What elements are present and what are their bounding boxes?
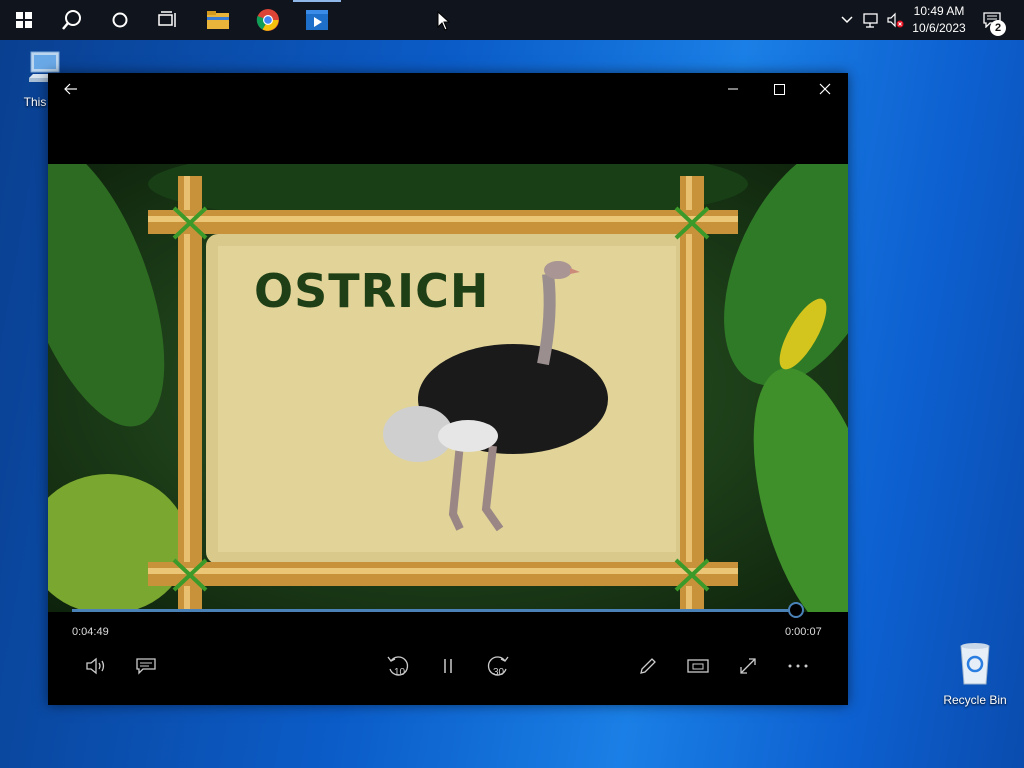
recycle-bin-label: Recycle Bin (943, 693, 1007, 707)
pause-icon (444, 659, 452, 673)
maximize-button[interactable] (756, 73, 802, 105)
movies-tv-window: OSTRICH 0:04:49 0:00:07 10 30 (48, 73, 848, 705)
folder-icon (207, 11, 229, 29)
volume-muted-icon (887, 12, 904, 28)
full-screen-button[interactable] (728, 648, 768, 684)
volume-button[interactable] (884, 0, 906, 40)
file-explorer-button[interactable] (194, 0, 242, 40)
subtitles-button[interactable] (126, 648, 166, 684)
close-icon (819, 83, 831, 95)
windows-logo-icon (16, 12, 32, 28)
mouse-cursor-icon (437, 11, 451, 31)
volume-control-button[interactable] (76, 648, 116, 684)
video-frame[interactable]: OSTRICH (48, 164, 848, 612)
task-view-icon (158, 11, 176, 27)
skip-back-seconds: 10 (394, 667, 406, 678)
clock-time: 10:49 AM (913, 4, 965, 18)
movies-tv-icon (306, 10, 328, 30)
recycle-bin-icon (960, 643, 990, 685)
recycle-bin-desktop-icon[interactable]: Recycle Bin (940, 640, 1010, 707)
movies-tv-button[interactable] (293, 0, 341, 40)
clock[interactable]: 10:49 AM 10/6/2023 (906, 3, 972, 37)
task-view-button[interactable] (144, 0, 192, 40)
expand-icon (740, 658, 756, 674)
captions-icon (136, 658, 156, 675)
ellipsis-icon (788, 664, 808, 668)
close-button[interactable] (802, 73, 848, 105)
pause-button[interactable] (428, 648, 468, 684)
cortana-circle-icon (112, 12, 128, 28)
notification-count-badge: 2 (990, 20, 1006, 36)
start-button[interactable] (0, 0, 48, 40)
pencil-icon (640, 658, 656, 674)
clock-date: 10/6/2023 (912, 21, 966, 35)
skip-forward-seconds: 30 (493, 667, 505, 678)
arrow-left-icon (64, 83, 77, 95)
network-button[interactable] (860, 0, 882, 40)
remaining-time: 0:00:07 (785, 626, 822, 638)
minimize-button[interactable] (710, 73, 756, 105)
minimize-icon (728, 88, 738, 90)
search-icon (62, 10, 81, 30)
network-icon (863, 13, 878, 28)
skip-forward-button[interactable]: 30 (478, 648, 518, 684)
chrome-icon (256, 9, 279, 31)
mini-view-icon (687, 659, 709, 673)
cortana-button[interactable] (96, 0, 144, 40)
volume-icon (86, 657, 105, 675)
skip-back-button[interactable]: 10 (378, 648, 418, 684)
more-options-button[interactable] (778, 648, 818, 684)
back-button[interactable] (48, 73, 94, 105)
edit-button[interactable] (628, 648, 668, 684)
chevron-up-icon (841, 16, 853, 24)
seek-thumb[interactable] (788, 602, 804, 618)
jungle-scene-illustration (48, 164, 848, 612)
video-title-text: OSTRICH (254, 264, 490, 318)
chrome-button[interactable] (244, 0, 292, 40)
skip-forward-icon: 30 (487, 656, 509, 678)
mini-view-button[interactable] (678, 648, 718, 684)
title-bar (48, 73, 848, 105)
elapsed-time: 0:04:49 (72, 626, 109, 638)
taskbar: 10:49 AM 10/6/2023 2 (0, 0, 1024, 40)
skip-back-icon: 10 (387, 656, 409, 678)
search-button[interactable] (48, 0, 96, 40)
show-hidden-icons-button[interactable] (838, 0, 856, 40)
maximize-icon (773, 83, 785, 95)
seek-bar[interactable] (72, 609, 798, 612)
